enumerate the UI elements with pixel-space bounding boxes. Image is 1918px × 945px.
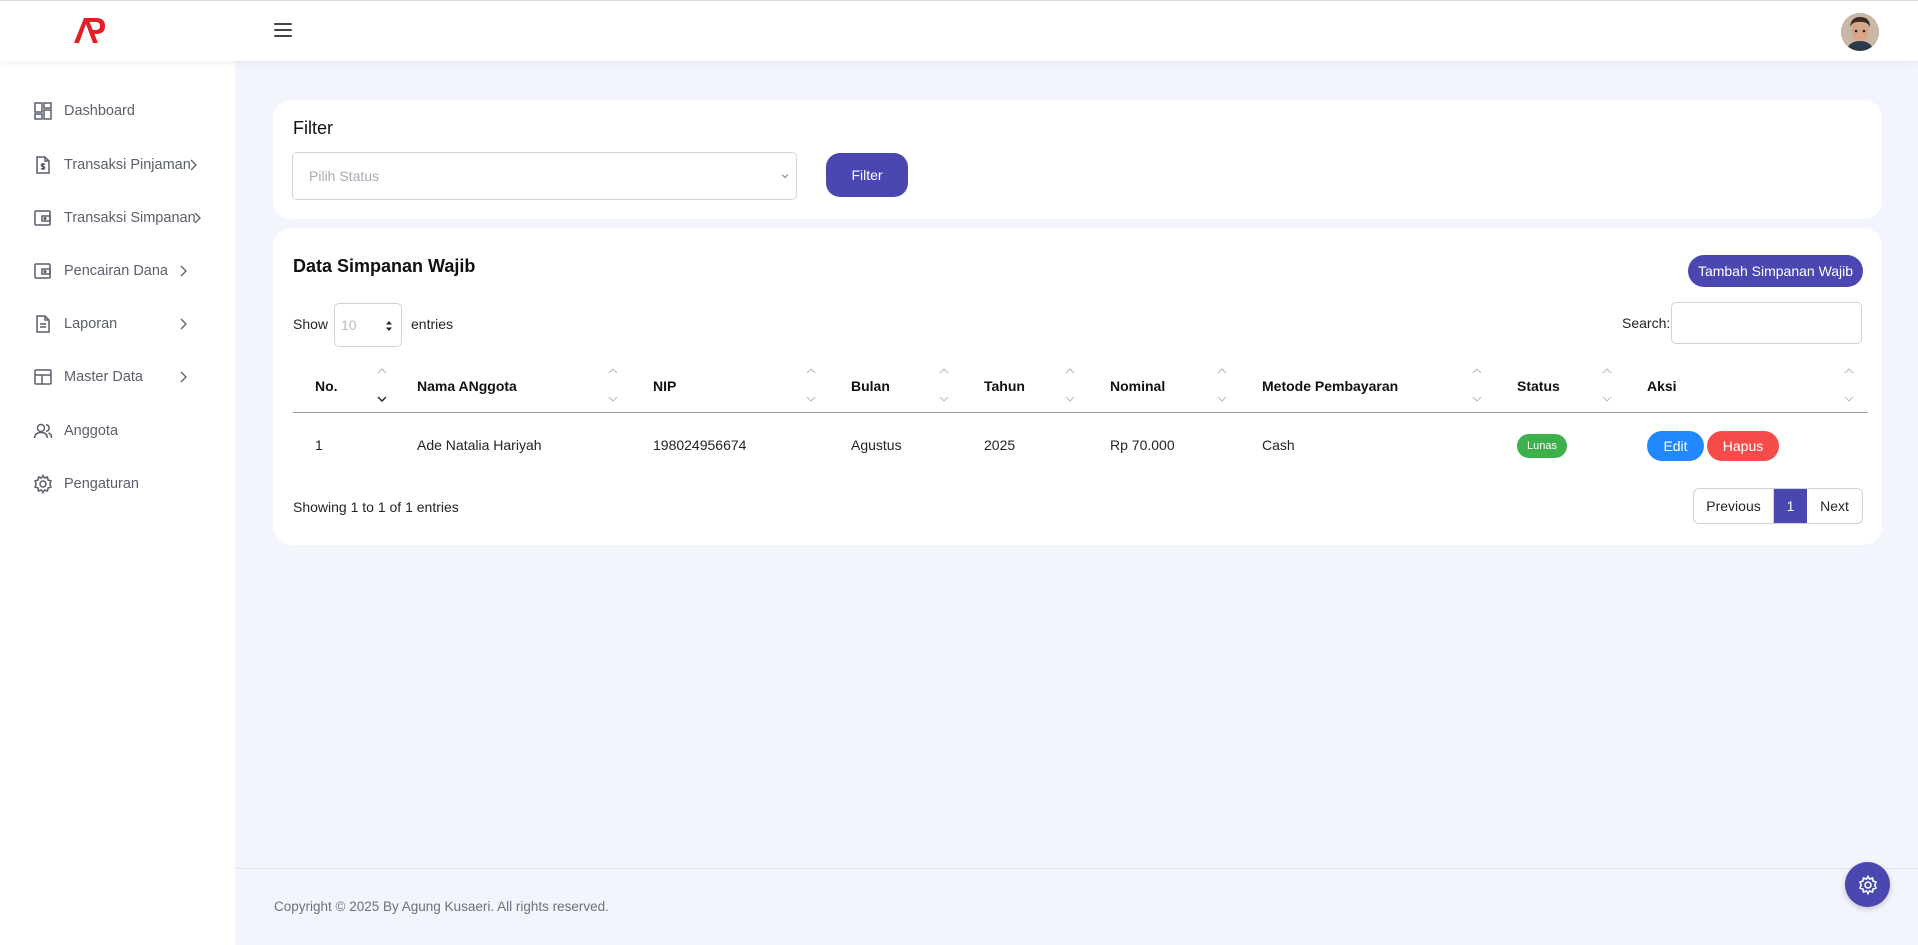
sidebar-item-label: Anggota <box>64 423 119 439</box>
status-select-placeholder: Pilih Status <box>309 168 380 184</box>
column-header-nip[interactable]: NIP <box>653 378 676 394</box>
table-info: Showing 1 to 1 of 1 entries <box>293 499 459 515</box>
footer-divider <box>235 868 1918 869</box>
chevron-right-icon <box>194 212 201 224</box>
top-navbar <box>0 0 1918 61</box>
chevron-right-icon <box>190 159 197 171</box>
sort-icon[interactable] <box>376 366 388 406</box>
edit-button[interactable]: Edit <box>1647 431 1704 461</box>
filter-button[interactable]: Filter <box>826 153 908 197</box>
sidebar-item-master-data[interactable]: Master Data <box>0 357 235 397</box>
sidebar: Dashboard Transaksi Pinjaman Transaksi S… <box>0 61 235 945</box>
status-select[interactable]: Pilih Status <box>292 152 797 200</box>
document-icon <box>36 315 50 333</box>
sidebar-item-label: Transaksi Simpanan <box>64 210 196 226</box>
sort-icon[interactable] <box>1471 366 1483 406</box>
sidebar-item-label: Master Data <box>64 369 143 385</box>
chevron-down-icon <box>781 174 789 179</box>
data-card: Data Simpanan Wajib Tambah Simpanan Waji… <box>273 228 1882 545</box>
sidebar-item-label: Dashboard <box>64 103 135 119</box>
footer-copyright: Copyright © 2025 By Agung Kusaeri. All r… <box>274 899 609 914</box>
sort-icon[interactable] <box>607 366 619 406</box>
users-icon <box>33 423 53 439</box>
chevron-right-icon <box>180 318 187 330</box>
column-header-status[interactable]: Status <box>1517 378 1560 394</box>
page-title: Data Simpanan Wajib <box>293 256 476 276</box>
sort-icon[interactable] <box>1601 366 1613 406</box>
pagination: Previous 1 Next <box>1693 488 1863 524</box>
cell-nama-anggota: Ade Natalia Hariyah <box>417 437 542 453</box>
cell-bulan: Agustus <box>851 437 902 453</box>
sidebar-item-label: Transaksi Pinjaman <box>64 157 191 173</box>
pagination-previous[interactable]: Previous <box>1694 489 1774 523</box>
delete-button[interactable]: Hapus <box>1707 431 1779 461</box>
column-header-metode-pembayaran[interactable]: Metode Pembayaran <box>1262 378 1398 394</box>
pagination-page-1[interactable]: 1 <box>1774 489 1807 523</box>
entries-select[interactable]: 10 <box>334 303 402 347</box>
entries-label: entries <box>411 316 454 332</box>
column-header-tahun[interactable]: Tahun <box>984 378 1025 394</box>
column-header-nama-anggota[interactable]: Nama ANggota <box>417 378 517 394</box>
wallet-icon <box>34 263 51 279</box>
sidebar-item-transaksi-simpanan[interactable]: Transaksi Simpanan <box>0 198 235 238</box>
chevron-right-icon <box>180 265 187 277</box>
cell-nip: 198024956674 <box>653 437 747 453</box>
filter-title: Filter <box>293 118 333 138</box>
sort-updown-icon <box>386 321 392 331</box>
column-header-bulan[interactable]: Bulan <box>851 378 890 394</box>
sidebar-item-laporan[interactable]: Laporan <box>0 304 235 344</box>
column-header-no[interactable]: No. <box>315 378 338 394</box>
gear-icon <box>34 474 52 494</box>
table-header-divider <box>293 412 1868 413</box>
cell-nominal: Rp 70.000 <box>1110 437 1175 453</box>
table-icon <box>34 369 52 385</box>
chevron-right-icon <box>180 371 187 383</box>
column-header-aksi[interactable]: Aksi <box>1647 378 1677 394</box>
gear-icon <box>1858 874 1877 895</box>
app-logo[interactable] <box>72 15 108 45</box>
sidebar-item-pencairan-dana[interactable]: Pencairan Dana <box>0 251 235 291</box>
sidebar-item-pengaturan[interactable]: Pengaturan <box>0 464 235 504</box>
sort-icon[interactable] <box>805 366 817 406</box>
show-label: Show <box>293 316 329 332</box>
status-badge: Lunas <box>1517 434 1567 458</box>
search-input[interactable] <box>1671 302 1862 344</box>
cell-no: 1 <box>315 437 323 453</box>
column-header-nominal[interactable]: Nominal <box>1110 378 1165 394</box>
wallet-icon <box>34 210 51 226</box>
money-document-icon <box>36 156 50 174</box>
user-avatar[interactable] <box>1841 13 1879 51</box>
dashboard-grid-icon <box>34 102 52 120</box>
sidebar-item-label: Pengaturan <box>64 476 139 492</box>
pagination-next[interactable]: Next <box>1807 489 1862 523</box>
cell-tahun: 2025 <box>984 437 1016 453</box>
settings-fab-button[interactable] <box>1845 862 1890 907</box>
sidebar-item-transaksi-pinjaman[interactable]: Transaksi Pinjaman <box>0 145 235 185</box>
sort-icon[interactable] <box>938 366 950 406</box>
sort-icon[interactable] <box>1843 366 1855 406</box>
sidebar-item-label: Laporan <box>64 316 118 332</box>
filter-card: Filter Pilih Status Filter <box>273 100 1882 219</box>
entries-select-value: 10 <box>341 317 357 333</box>
sidebar-item-anggota[interactable]: Anggota <box>0 411 235 451</box>
search-label: Search: <box>1622 315 1671 331</box>
sidebar-item-dashboard[interactable]: Dashboard <box>0 91 235 131</box>
sort-icon[interactable] <box>1216 366 1228 406</box>
sort-icon[interactable] <box>1064 366 1076 406</box>
sidebar-item-label: Pencairan Dana <box>64 263 168 279</box>
add-simpanan-wajib-button[interactable]: Tambah Simpanan Wajib <box>1688 255 1863 287</box>
cell-metode: Cash <box>1262 437 1295 453</box>
menu-toggle-icon[interactable] <box>274 23 292 37</box>
